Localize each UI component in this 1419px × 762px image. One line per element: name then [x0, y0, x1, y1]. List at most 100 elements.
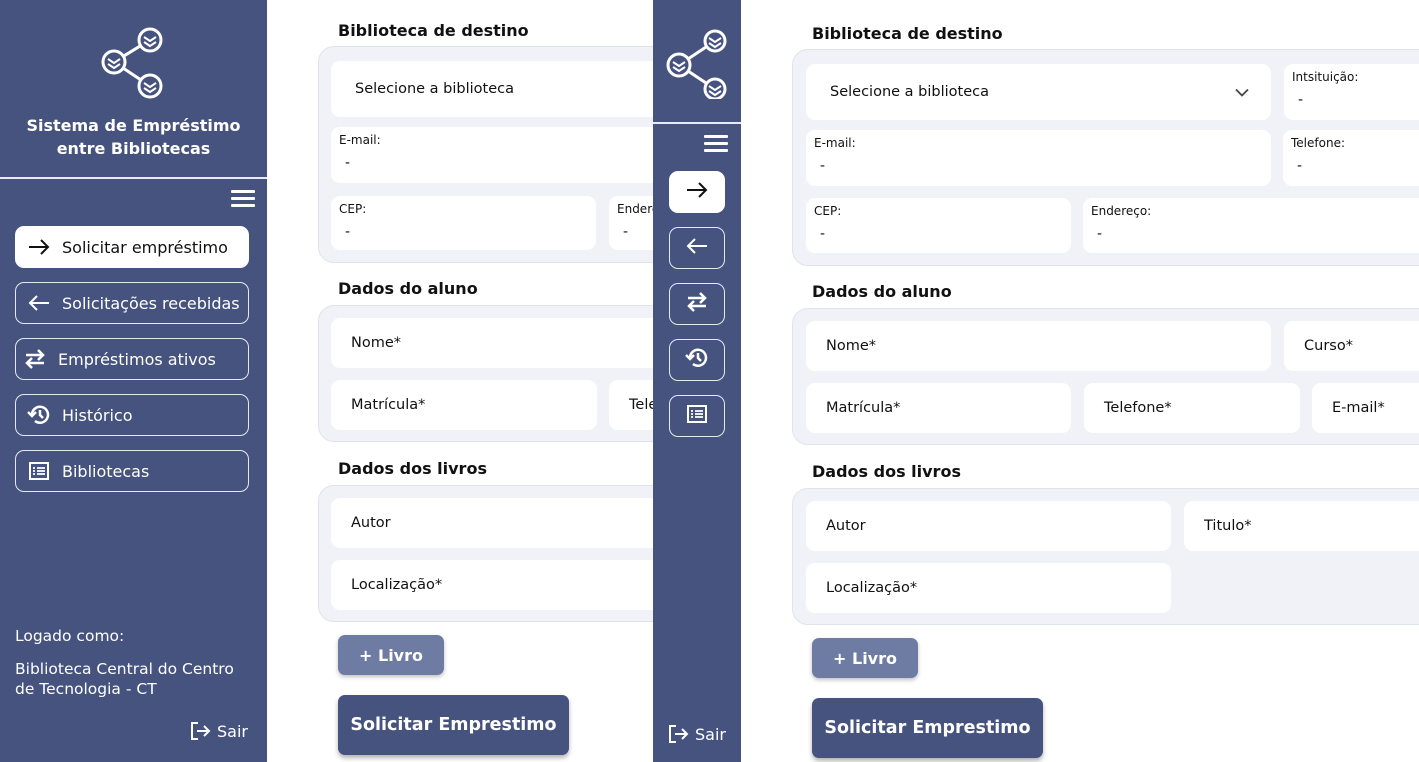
library-select-value: Selecione a biblioteca: [830, 84, 989, 100]
logged-as-label: Logado como:: [15, 627, 125, 645]
author-placeholder: Autor: [826, 518, 866, 534]
cep-value: -: [820, 226, 826, 242]
logout-icon: [189, 720, 211, 742]
library-select[interactable]: Selecione a biblioteca: [806, 64, 1271, 120]
nav-item-historico[interactable]: Histórico: [15, 394, 249, 436]
history-icon: [685, 347, 709, 373]
student-section-title: Dados do aluno: [338, 279, 478, 298]
title-input[interactable]: Titulo*: [1184, 501, 1419, 551]
nav-label: Solicitações recebidas: [62, 293, 240, 313]
collapsed-layout-panel: Sair Biblioteca de destino Selecione a b…: [653, 0, 1419, 762]
cep-label: CEP:: [814, 204, 842, 218]
name-placeholder: Nome*: [826, 338, 877, 354]
phone-placeholder: Telefone*: [1104, 400, 1172, 416]
arrow-right-icon: [685, 180, 709, 204]
institution-label: Intsituição:: [1292, 70, 1359, 84]
course-placeholder: Curso*: [1304, 338, 1353, 354]
list-icon: [26, 460, 52, 482]
logout-button[interactable]: Sair: [189, 720, 248, 742]
collapsed-sidebar: Sair: [653, 0, 741, 762]
title-placeholder: Titulo*: [1204, 518, 1252, 534]
logout-label: Sair: [695, 724, 726, 744]
phone-value: -: [1297, 158, 1303, 174]
email-input[interactable]: E-mail*: [1312, 383, 1419, 433]
author-placeholder: Autor: [351, 515, 391, 531]
books-section-title: Dados dos livros: [338, 459, 487, 478]
address-value: -: [623, 224, 629, 240]
arrow-right-icon: [26, 236, 52, 258]
cep-field: CEP: -: [806, 198, 1071, 253]
address-value: -: [1097, 226, 1103, 242]
institution-value: -: [1298, 92, 1304, 108]
phone-input[interactable]: Tele: [609, 380, 653, 430]
email-field: E-mail: -: [331, 127, 653, 183]
books-section-title: Dados dos livros: [812, 462, 961, 481]
library-group: Selecione a biblioteca E-mail: - CEP: - …: [318, 46, 653, 263]
sidebar-divider: [653, 122, 741, 124]
institution-field: Intsituição: -: [1284, 64, 1419, 120]
nav-item-bibliotecas[interactable]: Bibliotecas: [15, 450, 249, 492]
registration-input[interactable]: Matrícula*: [331, 380, 597, 430]
nav-item-emprestimos-ativos[interactable]: Empréstimos ativos: [15, 338, 249, 380]
nav-item-solicitacoes-recebidas[interactable]: Solicitações recebidas: [15, 282, 249, 324]
logout-label: Sair: [217, 721, 248, 741]
location-input[interactable]: Localização*: [806, 563, 1171, 613]
nav-label: Empréstimos ativos: [58, 349, 216, 369]
menu-toggle-icon[interactable]: [231, 190, 255, 208]
chevron-down-icon: [1235, 83, 1249, 102]
logged-user-name: Biblioteca Central do Centro de Tecnolog…: [15, 660, 234, 698]
email-label: E-mail:: [814, 136, 856, 150]
cep-field: CEP: -: [331, 196, 596, 250]
name-input[interactable]: Nome*: [331, 318, 653, 368]
location-input[interactable]: Localização*: [331, 560, 653, 610]
name-placeholder: Nome*: [351, 335, 402, 351]
student-section-title: Dados do aluno: [812, 282, 952, 301]
nav-item-solicitacoes-recebidas[interactable]: [669, 227, 725, 269]
history-icon: [26, 404, 52, 426]
name-input[interactable]: Nome*: [806, 321, 1271, 371]
add-book-button[interactable]: + Livro: [338, 635, 444, 675]
library-group: Selecione a biblioteca Intsituição: - E-…: [792, 49, 1419, 266]
email-value: -: [345, 155, 351, 171]
books-group: Autor Titulo* Localização*: [792, 488, 1419, 625]
sidebar-header: Sistema de Empréstimo entre Bibliotecas: [0, 0, 267, 177]
library-select[interactable]: Selecione a biblioteca: [331, 61, 653, 117]
author-input[interactable]: Autor: [331, 498, 653, 548]
nav-item-historico[interactable]: [669, 339, 725, 381]
share-logo-icon: [663, 25, 729, 103]
phone-field: Telefone: -: [1283, 130, 1419, 186]
student-group: Nome* Curso* Matrícula* Telefone* E-mail…: [792, 308, 1419, 445]
author-input[interactable]: Autor: [806, 501, 1171, 551]
submit-loan-button[interactable]: Solicitar Emprestimo: [812, 698, 1043, 758]
library-select-value: Selecione a biblioteca: [355, 81, 514, 97]
share-logo-icon: [98, 22, 168, 102]
registration-placeholder: Matrícula*: [826, 400, 901, 416]
library-section-title: Biblioteca de destino: [812, 24, 1003, 43]
course-input[interactable]: Curso*: [1284, 321, 1419, 371]
cep-value: -: [345, 224, 351, 240]
address-field: Endereço: -: [1083, 198, 1419, 253]
phone-label: Telefone:: [1291, 136, 1345, 150]
add-book-button[interactable]: + Livro: [812, 638, 918, 678]
location-placeholder: Localização*: [351, 577, 443, 593]
registration-input[interactable]: Matrícula*: [806, 383, 1071, 433]
phone-input[interactable]: Telefone*: [1084, 383, 1300, 433]
email-label: E-mail:: [339, 133, 381, 147]
nav-item-bibliotecas[interactable]: [669, 395, 725, 437]
location-placeholder: Localização*: [826, 580, 918, 596]
nav-item-solicitar-emprestimo[interactable]: [669, 171, 725, 213]
books-group: Autor Localização*: [318, 485, 653, 622]
swap-arrows-icon: [22, 348, 48, 370]
email-field: E-mail: -: [806, 130, 1271, 186]
brand-line-1: Sistema de Empréstimo: [26, 116, 241, 135]
nav-item-emprestimos-ativos[interactable]: [669, 283, 725, 325]
submit-loan-button[interactable]: Solicitar Emprestimo: [338, 695, 569, 755]
menu-toggle-icon[interactable]: [704, 135, 728, 153]
logout-button[interactable]: Sair: [667, 723, 726, 745]
nav-item-solicitar-emprestimo[interactable]: Solicitar empréstimo: [15, 226, 249, 268]
email-placeholder: E-mail*: [1332, 400, 1385, 416]
registration-placeholder: Matrícula*: [351, 397, 426, 413]
expanded-layout-panel: Sistema de Empréstimo entre Bibliotecas …: [0, 0, 653, 762]
student-group: Nome* Matrícula* Tele: [318, 305, 653, 442]
library-section-title: Biblioteca de destino: [338, 21, 529, 40]
